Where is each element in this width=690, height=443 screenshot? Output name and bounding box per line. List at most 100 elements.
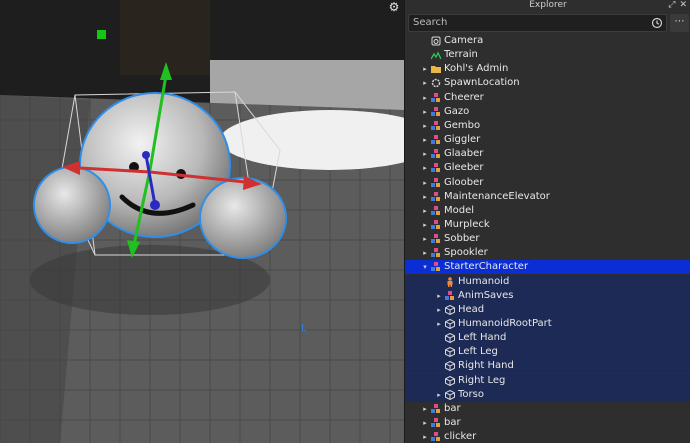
viewport-scene[interactable]: L — [0, 0, 404, 443]
model-icon — [431, 432, 441, 442]
expand-arrow-icon[interactable]: ▸ — [435, 388, 443, 402]
tree-item-label: Kohl's Admin — [444, 63, 509, 75]
model-icon — [431, 262, 441, 272]
tree-item[interactable]: ▸ Murpleck — [405, 218, 690, 232]
tree-item-label: Murpleck — [444, 218, 490, 230]
expand-arrow-icon[interactable]: ▸ — [421, 430, 429, 443]
tree-child-item[interactable]: ▸ Torso — [405, 387, 690, 402]
tree-item[interactable]: ▸ Glaaber — [405, 147, 690, 161]
part-icon — [445, 333, 455, 344]
cursor-mark: L — [301, 323, 307, 334]
more-options-button[interactable]: ⋯ — [670, 14, 689, 32]
model-icon — [431, 205, 441, 216]
tree-child-item[interactable]: Right Hand — [405, 359, 690, 374]
tree-item[interactable]: ▸ Gloober — [405, 176, 690, 190]
tree-child-item[interactable]: ▸ Head — [405, 302, 690, 317]
tree-item[interactable]: ▸ Gembo — [405, 119, 690, 133]
expand-arrow-icon[interactable]: ▸ — [421, 62, 429, 76]
expand-arrow-icon[interactable]: ▸ — [421, 91, 429, 105]
terrain-icon — [430, 50, 442, 60]
tree-item[interactable]: ▸ MaintenanceElevator — [405, 190, 690, 204]
expand-arrow-icon[interactable]: ▸ — [435, 303, 443, 317]
tree-child-item[interactable]: Left Hand — [405, 331, 690, 346]
tree-item-label: bar — [444, 417, 461, 429]
humanoid-icon — [445, 276, 455, 287]
pin-icon[interactable]: ⤢ — [668, 0, 675, 10]
search-input[interactable]: Search — [408, 14, 667, 32]
expand-arrow-icon[interactable]: ▸ — [435, 317, 443, 331]
tree-item-label: Gloober — [444, 176, 484, 188]
tree-item-label: Gembo — [444, 119, 481, 131]
model-icon — [431, 135, 441, 145]
model-icon — [431, 191, 441, 202]
tree-item[interactable]: ▸ Kohl's Admin — [405, 62, 690, 76]
tree-item-label: Giggler — [444, 134, 481, 146]
tree-item-label: Torso — [458, 388, 484, 400]
history-icon[interactable] — [651, 17, 663, 29]
explorer-title-bar: Explorer ⤢ ✕ — [405, 0, 690, 12]
expand-arrow-icon[interactable]: ▸ — [421, 119, 429, 133]
tree-item[interactable]: ▸ Giggler — [405, 133, 690, 147]
expand-arrow-icon[interactable]: ▸ — [421, 76, 429, 90]
explorer-panel: Explorer ⤢ ✕ Search ⋯ Camera Terrain ▸ Kohl… — [404, 0, 690, 443]
part-icon — [445, 318, 455, 330]
tree-item[interactable]: ▸ Gleeber — [405, 161, 690, 175]
model-icon — [431, 149, 441, 159]
explorer-title: Explorer — [529, 0, 567, 10]
tree-item[interactable]: Camera — [405, 34, 690, 48]
expand-arrow-icon[interactable]: ▸ — [421, 218, 429, 232]
tree-item-label: Gleeber — [444, 162, 484, 174]
tree-child-item[interactable]: ▸ AnimSaves — [405, 288, 690, 303]
expand-arrow-icon[interactable]: ▸ — [421, 204, 429, 218]
tree-item[interactable]: ▸ bar — [405, 402, 690, 416]
tree-child-item[interactable]: Right Leg — [405, 373, 690, 388]
gear-icon[interactable]: ⚙ — [386, 0, 402, 14]
tree-item[interactable]: ▸ SpawnLocation — [405, 76, 690, 90]
expand-arrow-icon[interactable]: ▸ — [421, 133, 429, 147]
expand-arrow-icon[interactable]: ▸ — [421, 105, 429, 119]
model-icon — [431, 163, 441, 173]
tree-item[interactable]: ▾ StarterCharacter — [405, 260, 690, 275]
expand-arrow-icon[interactable]: ▸ — [421, 147, 429, 161]
part-icon — [445, 389, 455, 400]
expand-arrow-icon[interactable]: ▸ — [421, 161, 429, 175]
expand-arrow-icon[interactable]: ▸ — [421, 232, 429, 246]
close-icon[interactable]: ✕ — [679, 0, 687, 10]
tree-item[interactable]: ▸ bar — [405, 416, 690, 430]
tree-child-item[interactable]: ▸ HumanoidRootPart — [405, 317, 690, 331]
spawn-icon — [431, 78, 441, 88]
3d-viewport[interactable]: L ⚙ — [0, 0, 404, 443]
expand-arrow-icon[interactable]: ▸ — [421, 190, 429, 204]
studio-window: L ⚙ Explorer ⤢ ✕ Search ⋯ Camera Terrain ▸… — [0, 0, 690, 443]
tree-item[interactable]: ▸ Cheerer — [405, 91, 690, 105]
explorer-tree: Camera Terrain ▸ Kohl's Admin ▸ SpawnLocation… — [405, 34, 690, 443]
model-icon — [431, 177, 441, 188]
tree-item[interactable]: ▸ clicker — [405, 430, 690, 443]
expand-arrow-icon[interactable]: ▸ — [435, 289, 443, 303]
tree-child-item[interactable]: Left Leg — [405, 345, 690, 360]
folder-icon — [431, 64, 441, 74]
tree-item[interactable]: ▸ Spookler — [405, 246, 690, 260]
tree-item[interactable]: ▸ Gazo — [405, 105, 690, 119]
tree-item-label: SpawnLocation — [444, 77, 520, 89]
expand-arrow-icon[interactable]: ▸ — [421, 176, 429, 190]
model-icon — [431, 219, 441, 230]
expand-arrow-icon[interactable]: ▸ — [421, 402, 429, 416]
expand-arrow-icon[interactable]: ▾ — [421, 260, 429, 274]
model-icon — [431, 248, 441, 258]
z-axis-handle[interactable] — [150, 200, 160, 210]
wooden-structure — [120, 0, 210, 75]
tree-item-label: Cheerer — [444, 91, 484, 103]
expand-arrow-icon[interactable]: ▸ — [421, 246, 429, 260]
tree-item-label: Gazo — [444, 105, 470, 117]
tree-child-item[interactable]: Humanoid — [405, 274, 690, 289]
tree-item[interactable]: ▸ Model — [405, 204, 690, 218]
tree-item-label: bar — [444, 402, 461, 414]
expand-arrow-icon[interactable]: ▸ — [421, 416, 429, 430]
tree-item[interactable]: Terrain — [405, 48, 690, 62]
tree-item-label: Glaaber — [444, 148, 484, 160]
part-icon — [445, 304, 455, 315]
model-icon — [431, 120, 441, 131]
tree-item[interactable]: ▸ Sobber — [405, 232, 690, 246]
tree-item-label: Right Leg — [458, 374, 506, 386]
